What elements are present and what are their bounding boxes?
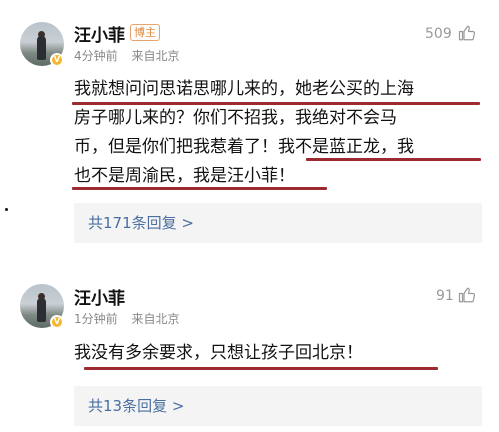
comment-body: 我就想问问思诺思哪儿来的，她老公买的上海 房子哪儿来的？你们不招我，我绝对不会马… [74, 75, 479, 191]
verified-badge-icon: V [50, 53, 64, 67]
comment-time: 1分钟前 [74, 312, 118, 326]
highlight-underline [72, 187, 327, 190]
comment-time: 4分钟前 [74, 49, 118, 63]
comment-source: 来自北京 [131, 49, 180, 63]
reply-count-link[interactable]: 共171条回复 > [74, 203, 482, 243]
highlight-underline [72, 102, 480, 105]
avatar-figure [37, 298, 46, 322]
thumbs-up-icon[interactable] [458, 286, 476, 304]
comment-line: 我没有多余要求，只想让孩子回北京！ [74, 343, 363, 363]
thumbs-up-icon[interactable] [458, 24, 476, 42]
verified-badge-icon: V [50, 315, 64, 329]
comment-meta: 1分钟前 来自北京 [74, 310, 179, 327]
avatar-figure [37, 36, 46, 60]
user-name[interactable]: 汪小菲 [74, 21, 125, 46]
like-count: 509 [425, 26, 452, 42]
comment-line: 房子哪儿来的？你们不招我，我绝对不会马 [74, 108, 397, 128]
comment-body: 我没有多余要求，只想让孩子回北京！ [74, 339, 479, 368]
comment-source: 来自北京 [131, 312, 180, 326]
user-name[interactable]: 汪小菲 [74, 284, 125, 309]
comment-meta: 4分钟前 来自北京 [74, 47, 179, 64]
author-tag: 博主 [130, 24, 160, 41]
like-count: 91 [436, 288, 454, 304]
stray-dot [5, 208, 8, 211]
reply-count-link[interactable]: 共13条回复 > [74, 386, 482, 426]
comment-line: 我就想问问思诺思哪儿来的，她老公买的上海 [74, 79, 414, 99]
highlight-underline [84, 367, 438, 370]
highlight-underline [306, 158, 481, 161]
